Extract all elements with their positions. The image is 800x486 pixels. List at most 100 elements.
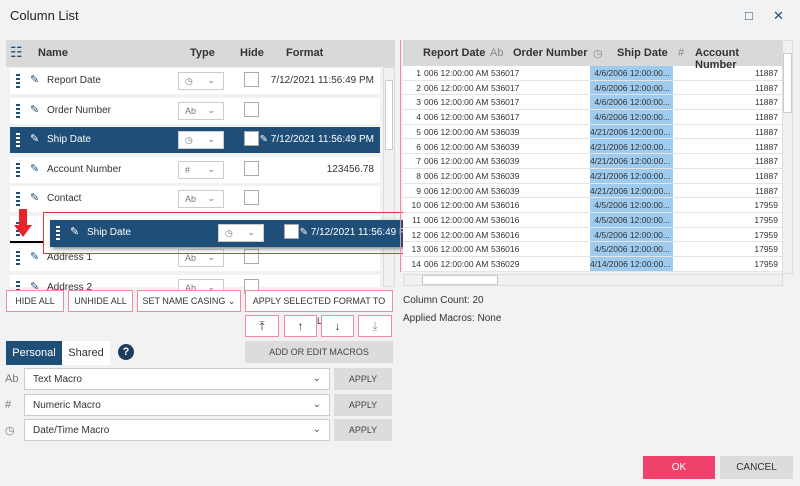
grid-cell: 536016: [491, 244, 520, 255]
hide-checkbox[interactable]: [284, 224, 299, 239]
grid-cell: 11887: [754, 156, 778, 167]
grid-row[interactable]: 9 006 12:00:00 AM 536039 4/21/2006 12:00:00…: [403, 184, 783, 199]
grid-row[interactable]: 6 006 12:00:00 AM 536039 4/21/2006 12:00:00…: [403, 140, 783, 155]
grid-cell: 006 12:00:00 AM: [424, 200, 489, 211]
grid-row[interactable]: 8 006 12:00:00 AM 536039 4/21/2006 12:00:00…: [403, 169, 783, 184]
header-format: Format: [286, 47, 324, 59]
grid-cell: 4/21/2006 12:00:00...: [590, 170, 670, 181]
type-dropdown[interactable]: # ⌄: [178, 160, 224, 179]
row-format[interactable]: ✎ 7/12/2021 11:56:49 PM: [260, 134, 374, 145]
move-to-bottom-button[interactable]: ⤓: [358, 315, 392, 337]
apply-macro-button[interactable]: APPLY: [334, 419, 392, 441]
grid-cell: 4/6/2006 12:00:00...: [594, 112, 670, 123]
type-dropdown[interactable]: ◷ ⌄: [178, 131, 224, 149]
grid-header-ship-date[interactable]: Ship Date: [617, 47, 668, 59]
type-dropdown[interactable]: Ab ⌄: [178, 190, 224, 208]
edit-pencil-icon[interactable]: ✎: [70, 225, 79, 238]
macro-select[interactable]: Text Macro ⌄: [24, 368, 330, 390]
move-down-button[interactable]: ↓: [321, 315, 354, 337]
drag-handle-icon[interactable]: [16, 103, 20, 118]
edit-pencil-icon[interactable]: ✎: [30, 162, 39, 175]
hide-checkbox[interactable]: [244, 131, 259, 146]
drag-handle-icon[interactable]: [16, 162, 20, 177]
type-icon: Ab: [185, 253, 197, 263]
filter-table-icon[interactable]: ☷: [10, 44, 23, 61]
grid-header-order-number[interactable]: Order Number: [513, 47, 588, 59]
edit-pencil-icon[interactable]: ✎: [30, 73, 39, 86]
tab-shared[interactable]: Shared: [62, 341, 110, 365]
hide-checkbox[interactable]: [244, 101, 259, 117]
help-icon[interactable]: ?: [118, 344, 134, 360]
grid-row[interactable]: 2 006 12:00:00 AM 536017 4/6/2006 12:00:00.…: [403, 81, 783, 96]
column-row[interactable]: ✎ Report Date ◷ ⌄ 7/12/2021 11:56:49 PM: [10, 68, 380, 94]
row-format[interactable]: ✎ 7/12/2021 11:56:49 PM: [300, 227, 414, 238]
grid-row[interactable]: 5 006 12:00:00 AM 536039 4/21/2006 12:00:00…: [403, 125, 783, 140]
grid-row[interactable]: 12 006 12:00:00 AM 536016 4/5/2006 12:00:00…: [403, 228, 783, 243]
grid-row[interactable]: 4 006 12:00:00 AM 536017 4/6/2006 12:00:00.…: [403, 110, 783, 125]
grid-row[interactable]: 7 006 12:00:00 AM 536039 4/21/2006 12:00:00…: [403, 154, 783, 169]
edit-pencil-icon[interactable]: ✎: [30, 191, 39, 204]
apply-macro-button[interactable]: APPLY: [334, 368, 392, 390]
column-row[interactable]: ✎ Order Number Ab ⌄: [10, 97, 380, 124]
cancel-button[interactable]: CANCEL: [720, 456, 793, 479]
row-format[interactable]: 7/12/2021 11:56:49 PM: [271, 75, 374, 86]
hide-all-button[interactable]: HIDE ALL: [6, 290, 64, 312]
maximize-icon[interactable]: □: [745, 8, 753, 23]
column-list-scrollbar[interactable]: [383, 67, 395, 287]
drag-handle-icon[interactable]: [16, 192, 20, 206]
grid-cell: 4/5/2006 12:00:00...: [594, 229, 670, 240]
column-row[interactable]: ✎ Ship Date ◷ ⌄ ✎ 7/12/2021 11:56:49 PM: [10, 127, 380, 153]
grid-cell: 536039: [491, 156, 520, 167]
drag-handle-icon[interactable]: [16, 74, 20, 88]
grid-header-report-date[interactable]: Report Date: [423, 47, 485, 59]
drag-handle-icon[interactable]: [16, 133, 20, 147]
grid-row[interactable]: 11 006 12:00:00 AM 536016 4/5/2006 12:00:00…: [403, 213, 783, 228]
unhide-all-button[interactable]: UNHIDE ALL: [68, 290, 133, 312]
grid-row[interactable]: 3 006 12:00:00 AM 536017 4/6/2006 12:00:00.…: [403, 95, 783, 111]
edit-pencil-icon[interactable]: ✎: [30, 103, 39, 116]
grid-row[interactable]: 14 006 12:00:00 AM 536029 4/14/2006 12:00:0…: [403, 257, 783, 272]
header-type: Type: [190, 47, 215, 59]
hide-checkbox[interactable]: [244, 190, 259, 205]
column-row[interactable]: ✎ Address 2 Ab ⌄: [10, 274, 380, 297]
splitter[interactable]: [400, 40, 401, 272]
macro-select[interactable]: Date/Time Macro ⌄: [24, 419, 330, 441]
drag-handle-icon[interactable]: [16, 251, 20, 265]
column-row[interactable]: ✎ Account Number # ⌄ 123456.78: [10, 156, 380, 183]
apply-format-to-all-button[interactable]: APPLY SELECTED FORMAT TO ALL: [245, 290, 393, 326]
add-edit-macros-button[interactable]: ADD OR EDIT MACROS: [245, 341, 393, 363]
edit-pencil-icon[interactable]: ✎: [30, 250, 39, 263]
grid-vertical-scrollbar[interactable]: [782, 40, 793, 274]
grid-row[interactable]: 1 006 12:00:00 AM 536017 4/6/2006 12:00:00.…: [403, 66, 783, 81]
grid-row[interactable]: 13 006 12:00:00 AM 536016 4/5/2006 12:00:00…: [403, 242, 783, 258]
column-row[interactable]: ✎ Contact Ab ⌄: [10, 186, 380, 212]
scrollbar-thumb[interactable]: [385, 80, 393, 150]
move-up-button[interactable]: ↑: [284, 315, 317, 337]
ok-button[interactable]: OK: [643, 456, 715, 479]
set-name-casing-button[interactable]: SET NAME CASING ⌄: [137, 290, 241, 312]
grid-cell: 4/14/2006 12:00:00...: [590, 259, 670, 270]
type-dropdown[interactable]: Ab ⌄: [178, 101, 224, 120]
grid-horizontal-scrollbar[interactable]: [403, 274, 783, 286]
type-dropdown[interactable]: ◷ ⌄: [178, 72, 224, 90]
grid-cell: 4/21/2006 12:00:00...: [590, 156, 670, 167]
close-icon[interactable]: ✕: [773, 8, 784, 24]
move-to-top-button[interactable]: ⤒: [245, 315, 279, 337]
grid-cell: 11: [412, 215, 421, 225]
macro-select[interactable]: Numeric Macro ⌄: [24, 393, 330, 416]
grid-cell: 4/21/2006 12:00:00...: [590, 185, 670, 196]
drag-handle-icon[interactable]: [56, 226, 60, 240]
type-dropdown[interactable]: ◷ ⌄: [218, 224, 264, 242]
hide-checkbox[interactable]: [244, 72, 259, 87]
grid-row[interactable]: 10 006 12:00:00 AM 536016 4/5/2006 12:00:00…: [403, 198, 783, 213]
row-format[interactable]: 123456.78: [327, 164, 374, 175]
apply-macro-button[interactable]: APPLY: [334, 393, 392, 416]
grid-cell: 3: [416, 97, 421, 108]
row-name: Order Number: [47, 104, 111, 116]
hide-checkbox[interactable]: [244, 160, 259, 176]
tab-personal[interactable]: Personal: [6, 341, 62, 365]
dragged-row-ship-date[interactable]: ✎ Ship Date ◷ ⌄ ✎ 7/12/2021 11:56:49 PM: [50, 220, 420, 247]
edit-pencil-icon[interactable]: ✎: [30, 132, 39, 145]
grid-cell: 11887: [754, 170, 778, 181]
number-type-icon: #: [678, 47, 685, 59]
